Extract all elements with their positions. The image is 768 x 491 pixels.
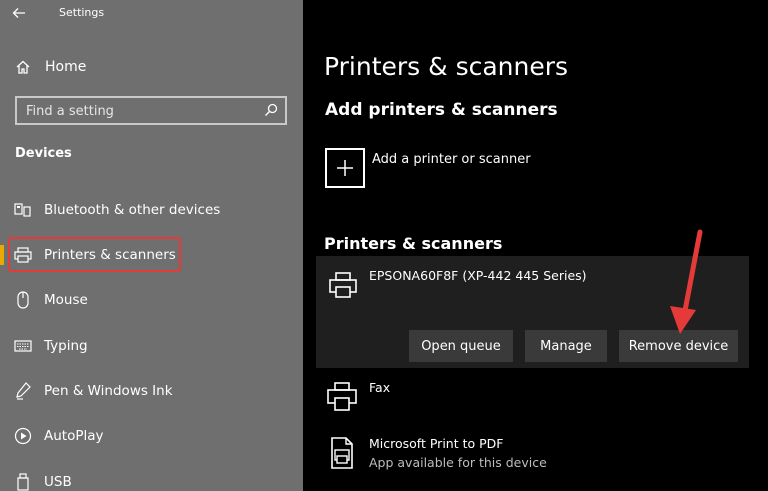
manage-button[interactable]: Manage — [525, 330, 607, 362]
plus-icon — [325, 148, 365, 188]
remove-device-button[interactable]: Remove device — [619, 330, 738, 362]
autoplay-icon — [14, 427, 32, 445]
usb-icon — [14, 473, 32, 491]
home-label: Home — [45, 59, 87, 75]
home-link[interactable]: Home — [14, 56, 86, 78]
sidebar-item-label: Printers & scanners — [44, 247, 176, 263]
device-name: Fax — [369, 380, 391, 395]
sidebar-item-typing[interactable]: Typing — [0, 326, 303, 366]
sidebar-item-label: Bluetooth & other devices — [44, 202, 221, 218]
sidebar-item-pen[interactable]: Pen & Windows Ink — [0, 371, 303, 411]
search-box[interactable] — [15, 96, 287, 125]
sidebar-item-mouse[interactable]: Mouse — [0, 280, 303, 320]
add-printer-button[interactable]: Add a printer or scanner — [325, 148, 531, 190]
bluetooth-devices-icon — [14, 201, 32, 219]
home-icon — [14, 58, 32, 76]
device-subtitle: App available for this device — [369, 455, 547, 470]
printer-name: EPSONA60F8F (XP-442 445 Series) — [369, 268, 587, 283]
keyboard-icon — [14, 337, 32, 355]
search-icon[interactable] — [264, 103, 278, 117]
title-bar: Settings — [0, 0, 303, 28]
sidebar-item-label: Mouse — [44, 292, 88, 308]
add-printer-label: Add a printer or scanner — [372, 152, 531, 167]
sidebar-item-usb[interactable]: USB — [0, 462, 303, 491]
pdf-printer-icon — [331, 437, 353, 469]
fax-printer-icon — [327, 382, 357, 411]
back-button[interactable] — [12, 3, 34, 23]
pen-icon — [14, 382, 32, 400]
sidebar-item-autoplay[interactable]: AutoPlay — [0, 416, 303, 456]
device-name: Microsoft Print to PDF — [369, 436, 504, 451]
list-section-title: Printers & scanners — [324, 234, 503, 253]
sidebar-item-label: USB — [44, 474, 72, 490]
main-panel: Printers & scanners Add printers & scann… — [303, 0, 768, 491]
sidebar-item-printers[interactable]: Printers & scanners — [0, 235, 303, 275]
back-arrow-icon — [12, 8, 25, 18]
sidebar-item-bluetooth[interactable]: Bluetooth & other devices — [0, 190, 303, 230]
printer-icon — [14, 246, 32, 264]
sidebar: Settings Home Devices Bluetooth & other … — [0, 0, 303, 491]
sidebar-item-label: Pen & Windows Ink — [44, 383, 173, 399]
sidebar-item-label: Typing — [44, 338, 88, 354]
page-title: Printers & scanners — [324, 52, 569, 81]
printer-icon — [329, 272, 357, 298]
section-title-devices: Devices — [15, 146, 72, 161]
sidebar-item-label: AutoPlay — [44, 428, 104, 444]
app-title: Settings — [59, 6, 105, 19]
open-queue-button[interactable]: Open queue — [409, 330, 513, 362]
mouse-icon — [14, 291, 32, 309]
search-input[interactable] — [26, 102, 256, 120]
add-section-title: Add printers & scanners — [325, 100, 558, 120]
printer-card-selected[interactable]: EPSONA60F8F (XP-442 445 Series) Open que… — [316, 256, 749, 368]
